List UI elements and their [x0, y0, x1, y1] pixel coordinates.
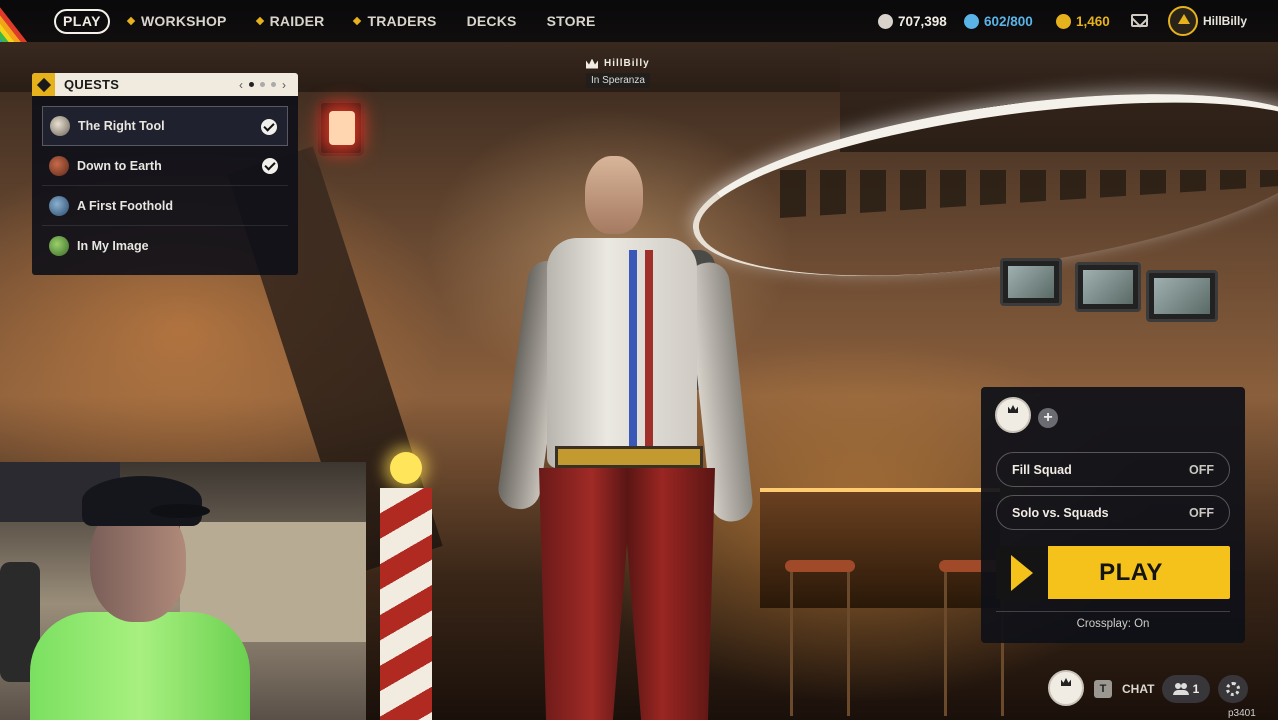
nav-traders-label: TRADERS	[367, 13, 437, 29]
quests-title: QUESTS	[64, 77, 120, 92]
play-button-label: PLAY	[1099, 558, 1163, 586]
diamond-icon	[255, 16, 264, 26]
quest-name: Down to Earth	[77, 158, 162, 173]
quest-giver-icon	[50, 116, 70, 136]
quest-item[interactable]: The Right Tool	[42, 106, 288, 146]
quest-item[interactable]: In My Image	[42, 226, 288, 266]
divider	[996, 611, 1230, 612]
people-icon	[1172, 683, 1189, 695]
pager-dot[interactable]	[260, 82, 265, 87]
player-location: In Speranza	[586, 73, 650, 88]
red-warning-light	[318, 100, 364, 156]
token-icon	[964, 13, 979, 29]
nav-workshop[interactable]: WORKSHOP	[126, 13, 227, 29]
currency-coins[interactable]: 707,398	[878, 0, 947, 42]
nav-decks[interactable]: DECKS	[467, 13, 517, 29]
add-squad-member-button[interactable]: +	[1038, 408, 1058, 428]
pager-dot[interactable]	[249, 82, 254, 87]
mail-icon[interactable]	[1131, 14, 1148, 27]
nav-store[interactable]: STORE	[547, 13, 596, 29]
crown-icon	[586, 58, 598, 69]
nav-play-button[interactable]: PLAY	[54, 9, 110, 34]
quest-name: A First Foothold	[77, 198, 174, 213]
checkmark-icon	[261, 119, 277, 135]
player-avatar[interactable]	[1168, 6, 1198, 36]
top-navigation-bar: PLAY WORKSHOP RAIDER TRADERS DECKS STORE…	[0, 0, 1278, 42]
pager-dot[interactable]	[271, 82, 276, 87]
quests-pager: ‹ ›	[239, 73, 286, 96]
cred-icon	[1056, 13, 1071, 29]
crossplay-status: Crossplay: On	[1076, 618, 1150, 630]
game-logo[interactable]	[0, 0, 44, 42]
solo-vs-squads-toggle[interactable]: Solo vs. Squads OFF	[996, 495, 1230, 530]
nav-raider[interactable]: RAIDER	[255, 13, 325, 29]
solo-vs-squads-label: Solo vs. Squads	[1012, 505, 1109, 520]
quest-name: In My Image	[77, 239, 149, 253]
coin-icon	[878, 13, 893, 29]
solo-vs-squads-value: OFF	[1189, 505, 1214, 520]
pager-next-button[interactable]: ›	[282, 78, 286, 92]
quest-item[interactable]: A First Foothold	[42, 186, 288, 226]
gear-icon	[1226, 682, 1240, 696]
nav-workshop-label: WORKSHOP	[141, 13, 227, 29]
fill-squad-toggle[interactable]: Fill Squad OFF	[996, 452, 1230, 487]
player-nameplate: HillBilly In Speranza	[586, 58, 650, 88]
quests-icon	[32, 73, 55, 96]
quest-giver-icon	[49, 236, 69, 256]
nav-raider-label: RAIDER	[269, 13, 325, 29]
player-name: HillBilly	[604, 58, 650, 69]
currency-creds[interactable]: 1,460	[1056, 0, 1110, 42]
yellow-lamp	[390, 452, 422, 484]
fill-squad-value: OFF	[1189, 462, 1214, 477]
streamer-webcam	[0, 462, 366, 720]
quest-list: The Right Tool Down to Earth A First Foo…	[32, 96, 298, 266]
player-crest-icon[interactable]	[1048, 670, 1084, 706]
build-version: p3401	[1228, 708, 1256, 719]
coins-value: 707,398	[898, 13, 947, 29]
currency-tokens[interactable]: 602/800	[964, 0, 1033, 42]
chat-button[interactable]: CHAT	[1122, 682, 1154, 696]
chat-hotkey: T	[1094, 680, 1112, 698]
diamond-icon	[126, 16, 136, 26]
checkmark-icon	[262, 158, 278, 174]
creds-value: 1,460	[1076, 13, 1110, 29]
striped-barrier	[380, 488, 432, 720]
nav-store-label: STORE	[546, 13, 596, 29]
friends-button[interactable]: 1	[1162, 675, 1210, 703]
fill-squad-label: Fill Squad	[1012, 462, 1072, 477]
quests-header: QUESTS ‹ ›	[32, 73, 298, 96]
matchmaking-panel: + Fill Squad OFF Solo vs. Squads OFF PLA…	[981, 387, 1245, 643]
tokens-value: 602/800	[984, 13, 1033, 29]
play-arrow-icon	[996, 546, 1048, 599]
pager-prev-button[interactable]: ‹	[239, 78, 243, 92]
nav-traders[interactable]: TRADERS	[353, 13, 437, 29]
quest-item[interactable]: Down to Earth	[42, 146, 288, 186]
quest-giver-icon	[49, 155, 69, 176]
username[interactable]: HillBilly	[1203, 14, 1247, 28]
diamond-icon	[353, 16, 362, 26]
quests-panel: QUESTS ‹ › The Right Tool Down to Earth …	[32, 73, 298, 275]
quest-name: The Right Tool	[78, 119, 165, 133]
raider-character	[495, 150, 765, 720]
friends-count: 1	[1192, 682, 1200, 696]
squad-member-crest-icon[interactable]	[995, 397, 1031, 433]
quest-giver-icon	[49, 195, 69, 216]
nav-decks-label: DECKS	[466, 13, 517, 29]
play-button[interactable]: PLAY	[996, 546, 1230, 599]
settings-button[interactable]	[1218, 675, 1248, 703]
